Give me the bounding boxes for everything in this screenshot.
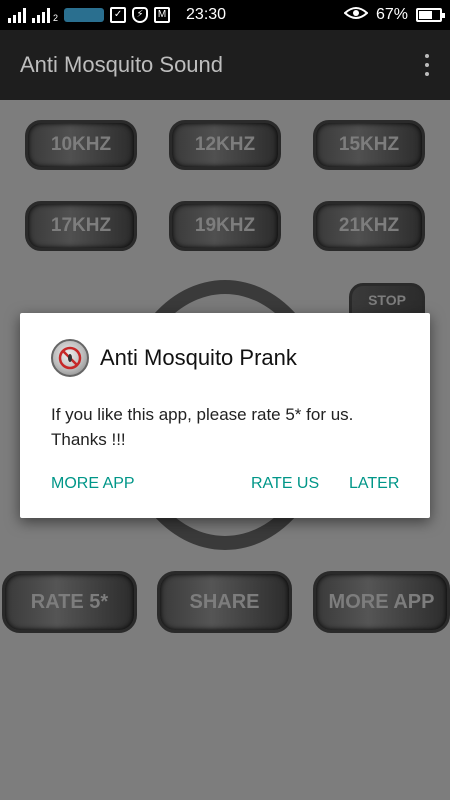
dialog-later-button[interactable]: LATER — [349, 475, 399, 493]
sim2-marker: 2 — [53, 13, 59, 23]
status-time: 23:30 — [186, 6, 227, 23]
battery-icon — [416, 8, 445, 22]
dialog-more-app-button[interactable]: MORE APP — [51, 475, 135, 493]
no-mosquito-icon — [51, 339, 89, 377]
freq-button-19khz[interactable]: 19KHZ — [169, 201, 281, 251]
eye-icon — [343, 6, 369, 25]
clipboard-check-icon: ✓ — [110, 7, 127, 23]
dialog-rate-us-button[interactable]: RATE US — [251, 475, 319, 493]
signal-2-icon: 2 — [32, 7, 58, 23]
freq-button-15khz[interactable]: 15KHZ — [313, 120, 425, 170]
more-app-button[interactable]: MORE APP — [313, 571, 450, 633]
freq-button-17khz[interactable]: 17KHZ — [25, 201, 137, 251]
mail-icon: M — [154, 7, 171, 23]
overflow-menu-icon[interactable] — [422, 54, 432, 76]
rate-button[interactable]: RATE 5* — [2, 571, 137, 633]
app-title: Anti Mosquito Sound — [20, 52, 224, 77]
dialog-title: Anti Mosquito Prank — [100, 345, 297, 370]
freq-button-21khz[interactable]: 21KHZ — [313, 201, 425, 251]
battery-percent: 67% — [375, 6, 408, 23]
carrier-logo-icon — [64, 8, 105, 22]
rate-dialog: Anti Mosquito Prank If you like this app… — [20, 313, 430, 518]
status-bar: 2 ✓ ⚡ M 23:30 67% — [0, 0, 450, 30]
dialog-message: If you like this app, please rate 5* for… — [51, 405, 354, 449]
freq-button-10khz[interactable]: 10KHZ — [25, 120, 137, 170]
share-button[interactable]: SHARE — [157, 571, 292, 633]
freq-button-12khz[interactable]: 12KHZ — [169, 120, 281, 170]
app-bar: Anti Mosquito Sound — [0, 30, 450, 100]
shield-icon: ⚡ — [132, 7, 149, 23]
signal-icon — [8, 7, 26, 23]
